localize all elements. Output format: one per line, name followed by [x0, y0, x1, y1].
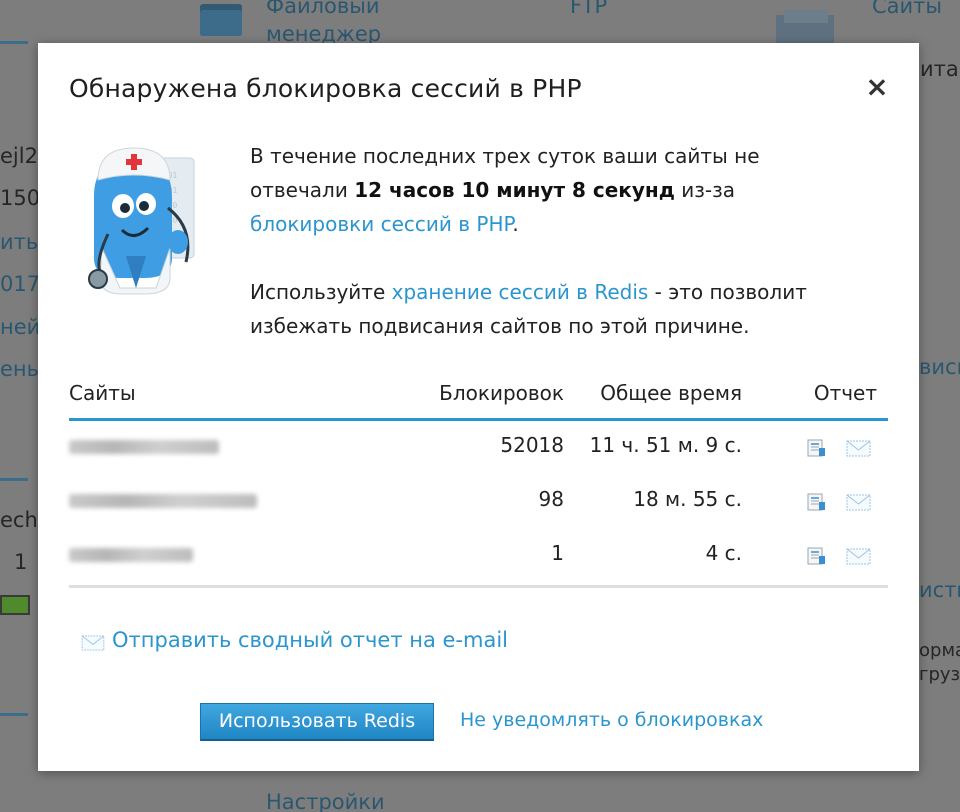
- bg-fragment: висы: [919, 355, 960, 379]
- header-sites: Сайты: [69, 381, 136, 405]
- bg-progress: [0, 595, 30, 615]
- report-document-icon[interactable]: [806, 547, 827, 565]
- redis-session-link[interactable]: хранение сессий в Redis: [392, 280, 649, 304]
- folder-icon: [200, 4, 242, 36]
- total-time: 4 с.: [705, 541, 742, 565]
- bg-divider: [0, 41, 28, 44]
- doctor-mascot: 0101100101101010: [88, 147, 195, 295]
- locks-count: 98: [538, 487, 564, 511]
- site-name-redacted: [69, 440, 219, 454]
- advice-paragraph: Используйте хранение сессий в Redis - эт…: [250, 275, 860, 343]
- bg-ftp-label: FTP: [570, 0, 608, 18]
- report-document-icon[interactable]: [806, 493, 827, 511]
- advice-prefix: Используйте: [250, 280, 392, 304]
- bg-fragment: ejl2: [0, 144, 38, 168]
- do-not-notify-link[interactable]: Не уведомлять о блокировках: [460, 709, 763, 731]
- email-envelope-icon: [81, 635, 105, 651]
- close-icon[interactable]: ×: [863, 73, 891, 101]
- session-lock-link[interactable]: блокировки сессий в PHP: [250, 212, 512, 236]
- header-report: Отчет: [813, 381, 877, 405]
- bg-file-manager-label: Файловый: [266, 0, 380, 18]
- bg-fragment: 017: [0, 272, 41, 296]
- bg-fragment: орма: [919, 640, 960, 661]
- total-time: 18 м. 55 с.: [633, 487, 742, 511]
- intro-paragraph: В течение последних трех суток ваши сайт…: [250, 139, 860, 241]
- bg-fragment: ень: [0, 357, 40, 381]
- table-row: 52018 11 ч. 51 м. 9 с.: [69, 421, 888, 475]
- use-redis-button[interactable]: Использовать Redis: [200, 703, 434, 741]
- bg-fragment: 1: [14, 550, 28, 574]
- intro-text-mid: из-за: [674, 178, 735, 202]
- table-row: 1 4 с.: [69, 529, 888, 583]
- bg-fragment: ить: [0, 230, 39, 254]
- header-locks: Блокировок: [439, 381, 564, 405]
- session-lock-dialog: Обнаружена блокировка сессий в PHP × 010…: [38, 43, 919, 771]
- total-time: 11 ч. 51 м. 9 с.: [589, 433, 742, 457]
- sites-icon: [776, 9, 834, 43]
- email-envelope-icon[interactable]: [846, 494, 871, 511]
- bg-fragment: ней: [0, 315, 41, 339]
- intro-text: В течение последних трех суток ваши сайт…: [250, 139, 860, 343]
- locks-count: 52018: [500, 433, 564, 457]
- locks-count: 1: [551, 541, 564, 565]
- locks-table: Сайты Блокировок Общее время Отчет 52018…: [69, 374, 888, 588]
- site-name-redacted: [69, 494, 257, 508]
- bg-sites-label: Сайты: [872, 0, 942, 18]
- dialog-title: Обнаружена блокировка сессий в PHP: [69, 74, 582, 103]
- bg-fragment: грузк: [919, 664, 960, 685]
- header-total-time: Общее время: [600, 381, 742, 405]
- send-summary-label: Отправить сводный отчет на e-mail: [112, 628, 509, 652]
- downtime-duration: 12 часов 10 минут 8 секунд: [354, 178, 675, 202]
- bg-fragment: ech: [0, 508, 38, 532]
- bg-settings-label: Настройки: [266, 790, 385, 812]
- bg-divider: [0, 478, 28, 481]
- table-header: Сайты Блокировок Общее время Отчет: [69, 374, 888, 421]
- bg-fragment: 150: [0, 186, 41, 210]
- site-name-redacted: [69, 548, 193, 562]
- email-envelope-icon[interactable]: [846, 548, 871, 565]
- email-envelope-icon[interactable]: [846, 440, 871, 457]
- bg-divider: [0, 713, 28, 716]
- intro-text-end: .: [512, 212, 519, 236]
- table-row: 98 18 м. 55 с.: [69, 475, 888, 529]
- bg-fragment: ита: [920, 57, 959, 81]
- report-document-icon[interactable]: [806, 439, 827, 457]
- bg-fragment: исти: [919, 578, 960, 602]
- table-bottom-divider: [69, 585, 888, 588]
